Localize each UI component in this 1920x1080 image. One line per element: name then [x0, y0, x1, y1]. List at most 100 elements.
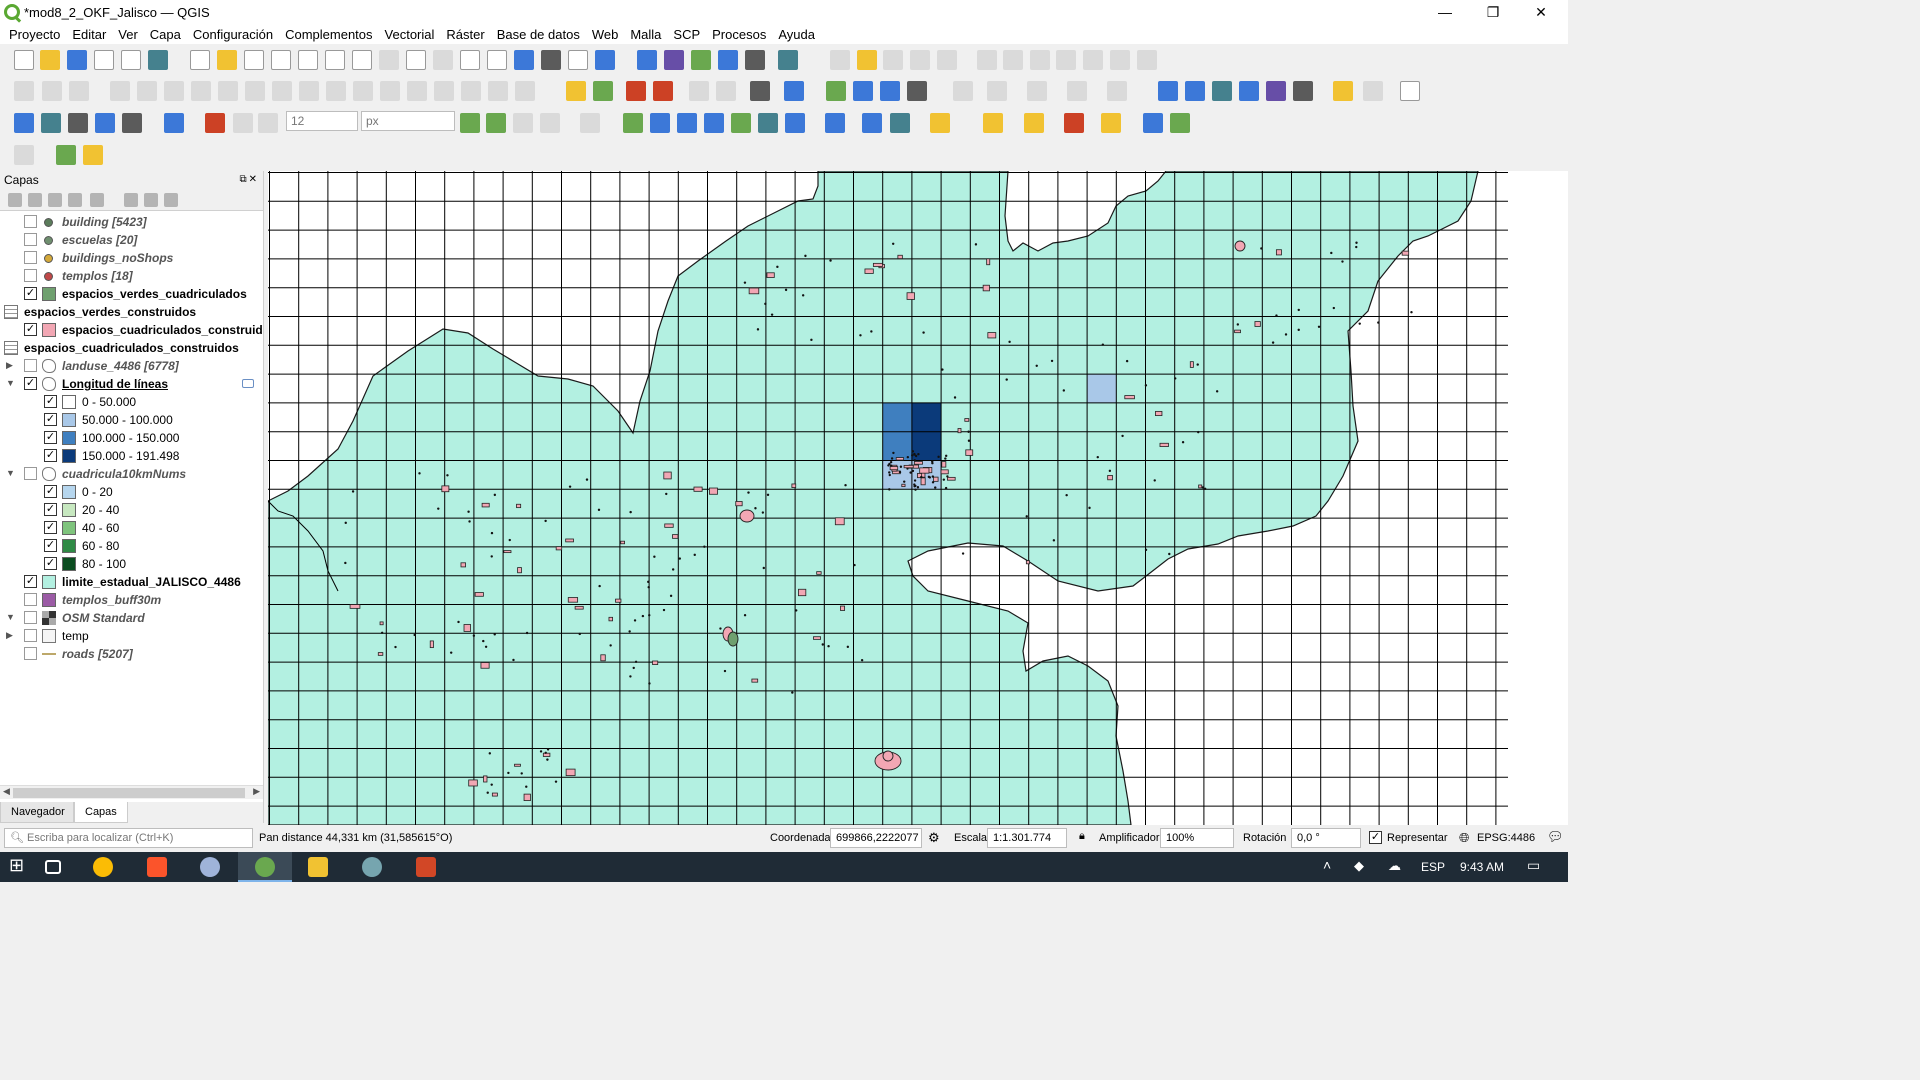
diagram-tool-icon[interactable]: [593, 81, 613, 101]
expand-icon[interactable]: ▶: [6, 630, 16, 640]
identify-icon[interactable]: [637, 50, 657, 70]
render-checkbox[interactable]: ✓: [1369, 831, 1382, 844]
layer-visibility-checkbox[interactable]: ✓: [44, 557, 57, 570]
scroll-right-icon[interactable]: ▶: [253, 786, 260, 797]
menu-ayuda[interactable]: Ayuda: [772, 27, 821, 42]
layer-row[interactable]: roads [5207]: [0, 645, 263, 663]
locator-search-input[interactable]: 🔍︎ Escriba para localizar (Ctrl+K): [4, 828, 253, 848]
layer-row[interactable]: ✓ 150.000 - 191.498: [0, 447, 263, 465]
layer-row[interactable]: building [5423]: [0, 213, 263, 231]
offset-curve-icon[interactable]: [245, 81, 265, 101]
menu-web[interactable]: Web: [586, 27, 625, 42]
layer-row[interactable]: espacios_cuadriculados_construidos: [0, 339, 263, 357]
delete-ring-icon[interactable]: [164, 81, 184, 101]
intersection-icon[interactable]: [540, 113, 560, 133]
layer-row[interactable]: ✓ 80 - 100: [0, 555, 263, 573]
simplify-icon[interactable]: [407, 81, 427, 101]
pan-to-selection-icon[interactable]: [217, 50, 237, 70]
menu-malla[interactable]: Malla: [624, 27, 667, 42]
layer-visibility-checkbox[interactable]: ✓: [24, 323, 37, 336]
layer-visibility-checkbox[interactable]: [24, 215, 37, 228]
processing-icon[interactable]: [1239, 81, 1259, 101]
topology-icon[interactable]: [258, 113, 278, 133]
menu-base-de-datos[interactable]: Base de datos: [491, 27, 586, 42]
layer-style-icon[interactable]: [8, 193, 22, 207]
database-icon[interactable]: [784, 81, 804, 101]
trim-extend-icon[interactable]: [488, 81, 508, 101]
zoom-full-icon[interactable]: [298, 50, 318, 70]
triangle-icon[interactable]: [826, 81, 846, 101]
cut-icon[interactable]: [1030, 50, 1050, 70]
layer-visibility-checkbox[interactable]: ✓: [44, 431, 57, 444]
layer-visibility-checkbox[interactable]: ✓: [44, 539, 57, 552]
font-size-field[interactable]: 12: [286, 111, 358, 131]
zoom-layer-icon[interactable]: [325, 50, 345, 70]
save-as-icon[interactable]: [94, 50, 114, 70]
label-show-icon[interactable]: [653, 81, 673, 101]
lock-icon[interactable]: 🔒︎: [1079, 830, 1085, 843]
layer-visibility-checkbox[interactable]: [24, 629, 37, 642]
reverse-line-icon[interactable]: [461, 81, 481, 101]
expand-icon[interactable]: ▶: [6, 360, 16, 370]
toggle-editing-icon[interactable]: [857, 50, 877, 70]
plugin-k-icon[interactable]: [930, 113, 950, 133]
onedrive-icon[interactable]: ☁: [1388, 858, 1401, 874]
delete-part-icon[interactable]: [191, 81, 211, 101]
close-shape-icon[interactable]: [513, 113, 533, 133]
georef-icon[interactable]: [953, 81, 973, 101]
deselect-icon[interactable]: [1064, 113, 1084, 133]
menu-scp[interactable]: SCP: [667, 27, 706, 42]
label-rotate-icon[interactable]: [716, 81, 736, 101]
app-icon[interactable]: [362, 857, 382, 877]
more-tools-icon[interactable]: [750, 81, 770, 101]
wms-icon[interactable]: [853, 81, 873, 101]
label-tool-icon[interactable]: [566, 81, 586, 101]
minimize-button[interactable]: —: [1422, 0, 1468, 24]
menu-capa[interactable]: Capa: [144, 27, 187, 42]
plugin-a-icon[interactable]: [623, 113, 643, 133]
vertex-tool-icon[interactable]: [778, 50, 798, 70]
layer-visibility-checkbox[interactable]: [24, 251, 37, 264]
tips-icon[interactable]: [1333, 81, 1353, 101]
layer-visibility-checkbox[interactable]: ✓: [44, 413, 57, 426]
tab-capas[interactable]: Capas: [74, 802, 128, 823]
zoom-out-icon[interactable]: [271, 50, 291, 70]
add-feature-icon[interactable]: [910, 50, 930, 70]
chart-icon[interactable]: [122, 113, 142, 133]
plugin-d-icon[interactable]: [704, 113, 724, 133]
split-parts-icon[interactable]: [299, 81, 319, 101]
edit-pencil-icon[interactable]: [830, 50, 850, 70]
coordinate-field[interactable]: 699866,2222077: [830, 828, 922, 848]
sap-icon[interactable]: [68, 113, 88, 133]
bookmark-icon[interactable]: [541, 50, 561, 70]
close-button[interactable]: ✕: [1518, 0, 1564, 24]
move-feature-icon[interactable]: [937, 50, 957, 70]
rotate-point-icon[interactable]: [380, 81, 400, 101]
zoom-next-icon[interactable]: [433, 50, 453, 70]
python-icon[interactable]: [14, 113, 34, 133]
annotation-icon[interactable]: [718, 50, 738, 70]
layer-row[interactable]: templos_buff30m: [0, 591, 263, 609]
task-view-icon[interactable]: [45, 860, 61, 874]
layer-visibility-checkbox[interactable]: [24, 269, 37, 282]
zoom-in-icon[interactable]: [244, 50, 264, 70]
layer-row[interactable]: ✓ 60 - 80: [0, 537, 263, 555]
digitize-icon[interactable]: [14, 81, 34, 101]
magnifier-field[interactable]: 100%: [1160, 828, 1234, 848]
align-icon[interactable]: [434, 81, 454, 101]
layer-row[interactable]: espacios_verdes_construidos: [0, 303, 263, 321]
add-group-icon[interactable]: [28, 193, 42, 207]
scp-plugin-icon[interactable]: [95, 113, 115, 133]
plugin-j-icon[interactable]: [890, 113, 910, 133]
temporal-icon[interactable]: [514, 50, 534, 70]
rotation-field[interactable]: 0,0 °: [1291, 828, 1361, 848]
layer-visibility-checkbox[interactable]: ✓: [44, 521, 57, 534]
filter-legend-icon[interactable]: [68, 193, 82, 207]
layer-row[interactable]: ✓ espacios_cuadriculados_construido: [0, 321, 263, 339]
menu-ráster[interactable]: Ráster: [440, 27, 490, 42]
menu-proyecto[interactable]: Proyecto: [0, 27, 66, 42]
layer-visibility-checkbox[interactable]: [24, 467, 37, 480]
map-svg[interactable]: [268, 171, 1568, 825]
layer-row[interactable]: ▼ cuadricula10kmNums: [0, 465, 263, 483]
new-3d-view-icon[interactable]: [487, 50, 507, 70]
